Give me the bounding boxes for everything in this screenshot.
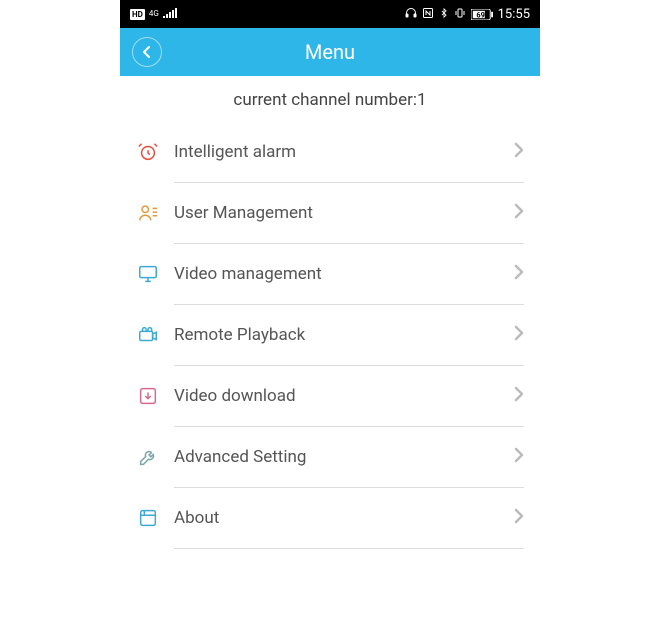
battery-icon: 69 — [471, 9, 493, 20]
download-icon — [136, 384, 160, 408]
menu-label: About — [174, 508, 514, 528]
chevron-right-icon — [514, 325, 524, 345]
menu-item-about[interactable]: About — [136, 488, 524, 548]
headset-icon — [405, 7, 417, 22]
menu-label: User Management — [174, 203, 514, 223]
network-indicator: 4G — [149, 10, 159, 18]
menu-label: Remote Playback — [174, 325, 514, 345]
status-left: HD 4G — [130, 7, 177, 21]
browser-icon — [136, 506, 160, 530]
nfc-icon — [422, 7, 434, 22]
chevron-right-icon — [514, 264, 524, 284]
chevron-right-icon — [514, 447, 524, 467]
menu-item-video-download[interactable]: Video download — [136, 366, 524, 426]
menu-item-advanced-setting[interactable]: Advanced Setting — [136, 427, 524, 487]
channel-subtitle: current channel number:1 — [120, 76, 540, 122]
menu-label: Intelligent alarm — [174, 142, 514, 162]
menu-label: Video download — [174, 386, 514, 406]
chevron-right-icon — [514, 142, 524, 162]
menu-item-remote-playback[interactable]: Remote Playback — [136, 305, 524, 365]
bluetooth-icon — [439, 7, 449, 22]
app-screen: HD 4G 69 15:55 — [120, 0, 540, 620]
chevron-left-icon — [142, 45, 152, 59]
camera-icon — [136, 323, 160, 347]
menu-item-user-management[interactable]: User Management — [136, 183, 524, 243]
divider — [174, 548, 524, 549]
vibrate-icon — [454, 7, 466, 22]
monitor-icon — [136, 262, 160, 286]
wrench-icon — [136, 445, 160, 469]
clock-text: 15:55 — [498, 7, 530, 22]
menu-item-intelligent-alarm[interactable]: Intelligent alarm — [136, 122, 524, 182]
hd-badge: HD — [130, 9, 145, 20]
signal-icon — [163, 7, 177, 21]
menu-label: Video management — [174, 264, 514, 284]
status-right: 69 15:55 — [405, 7, 530, 22]
menu-label: Advanced Setting — [174, 447, 514, 467]
menu-list: Intelligent alarm User Management Video … — [120, 122, 540, 549]
users-icon — [136, 201, 160, 225]
chevron-right-icon — [514, 386, 524, 406]
chevron-right-icon — [514, 203, 524, 223]
app-header: Menu — [120, 28, 540, 76]
chevron-right-icon — [514, 508, 524, 528]
svg-text:69: 69 — [476, 10, 484, 19]
page-title: Menu — [120, 40, 540, 64]
alarm-clock-icon — [136, 140, 160, 164]
menu-item-video-management[interactable]: Video management — [136, 244, 524, 304]
status-bar: HD 4G 69 15:55 — [120, 0, 540, 28]
back-button[interactable] — [132, 37, 162, 67]
